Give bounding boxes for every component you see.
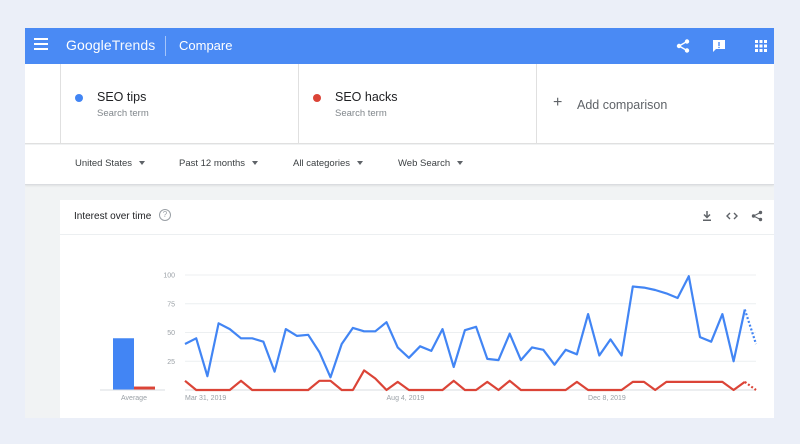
add-comparison-label: Add comparison [577, 98, 668, 112]
apps-icon[interactable] [753, 38, 769, 54]
add-comparison-button[interactable]: + Add comparison [536, 64, 774, 144]
y-tick-label: 25 [167, 359, 175, 366]
y-tick-label: 100 [163, 273, 175, 280]
series-line [184, 369, 746, 392]
term-name: SEO tips [97, 90, 147, 104]
term-color-dot-blue [75, 94, 83, 102]
region-dropdown[interactable]: United States [75, 158, 146, 169]
interest-over-time-card: Interest over time ? 100 75 50 25 Mar 31, 20… [60, 200, 774, 418]
page-title: Compare [179, 38, 233, 53]
x-tick-label: Aug 4, 2019 [387, 395, 425, 402]
logo-word-trends: Trends [111, 37, 156, 53]
search-term-card-2[interactable]: SEO hacks Search term [298, 64, 536, 144]
plus-icon: + [553, 94, 563, 111]
category-dropdown[interactable]: All categories [293, 158, 364, 169]
term-type: Search term [335, 108, 387, 119]
y-tick-label: 50 [167, 330, 175, 337]
term-type: Search term [97, 108, 149, 119]
term-name: SEO hacks [335, 90, 398, 104]
interest-over-time-chart: 100 75 50 25 Mar 31, 2019 Aug 4, 2019 Dec 8, 2… [100, 273, 758, 402]
period-dropdown[interactable]: Past 12 months [179, 158, 259, 169]
feedback-icon[interactable] [711, 38, 727, 54]
average-bar [113, 338, 134, 390]
chevron-down-icon [139, 161, 146, 166]
term-color-dot-red [313, 94, 321, 102]
series-partial-segment [743, 309, 758, 345]
search-type-dropdown[interactable]: Web Search [398, 158, 464, 169]
chevron-down-icon [457, 161, 464, 166]
search-type-value: Web Search [398, 158, 451, 169]
search-term-card-1[interactable]: SEO tips Search term [60, 64, 298, 144]
filter-bar: United States Past 12 months All categor… [25, 145, 774, 185]
series-line [184, 275, 746, 379]
share-icon[interactable] [675, 38, 691, 54]
logo-word-google: Google [66, 37, 112, 53]
region-value: United States [75, 158, 133, 169]
trends-window: GoogleTrends Compare SEO tips Search ter… [25, 28, 774, 418]
average-bar [134, 386, 155, 390]
average-label: Average [121, 395, 147, 402]
x-tick-label: Mar 31, 2019 [185, 395, 226, 402]
x-tick-label: Dec 8, 2019 [588, 395, 626, 402]
compare-terms-row: SEO tips Search term SEO hacks Search te… [25, 64, 774, 144]
y-tick-label: 75 [167, 301, 175, 308]
google-trends-logo[interactable]: GoogleTrends [66, 37, 155, 53]
category-value: All categories [293, 158, 351, 169]
top-app-bar: GoogleTrends Compare [25, 28, 774, 64]
menu-icon[interactable] [34, 38, 48, 52]
chevron-down-icon [252, 161, 259, 166]
chevron-down-icon [357, 161, 364, 166]
series-partial-segment [744, 381, 757, 391]
header-divider [165, 36, 166, 56]
period-value: Past 12 months [179, 158, 246, 169]
